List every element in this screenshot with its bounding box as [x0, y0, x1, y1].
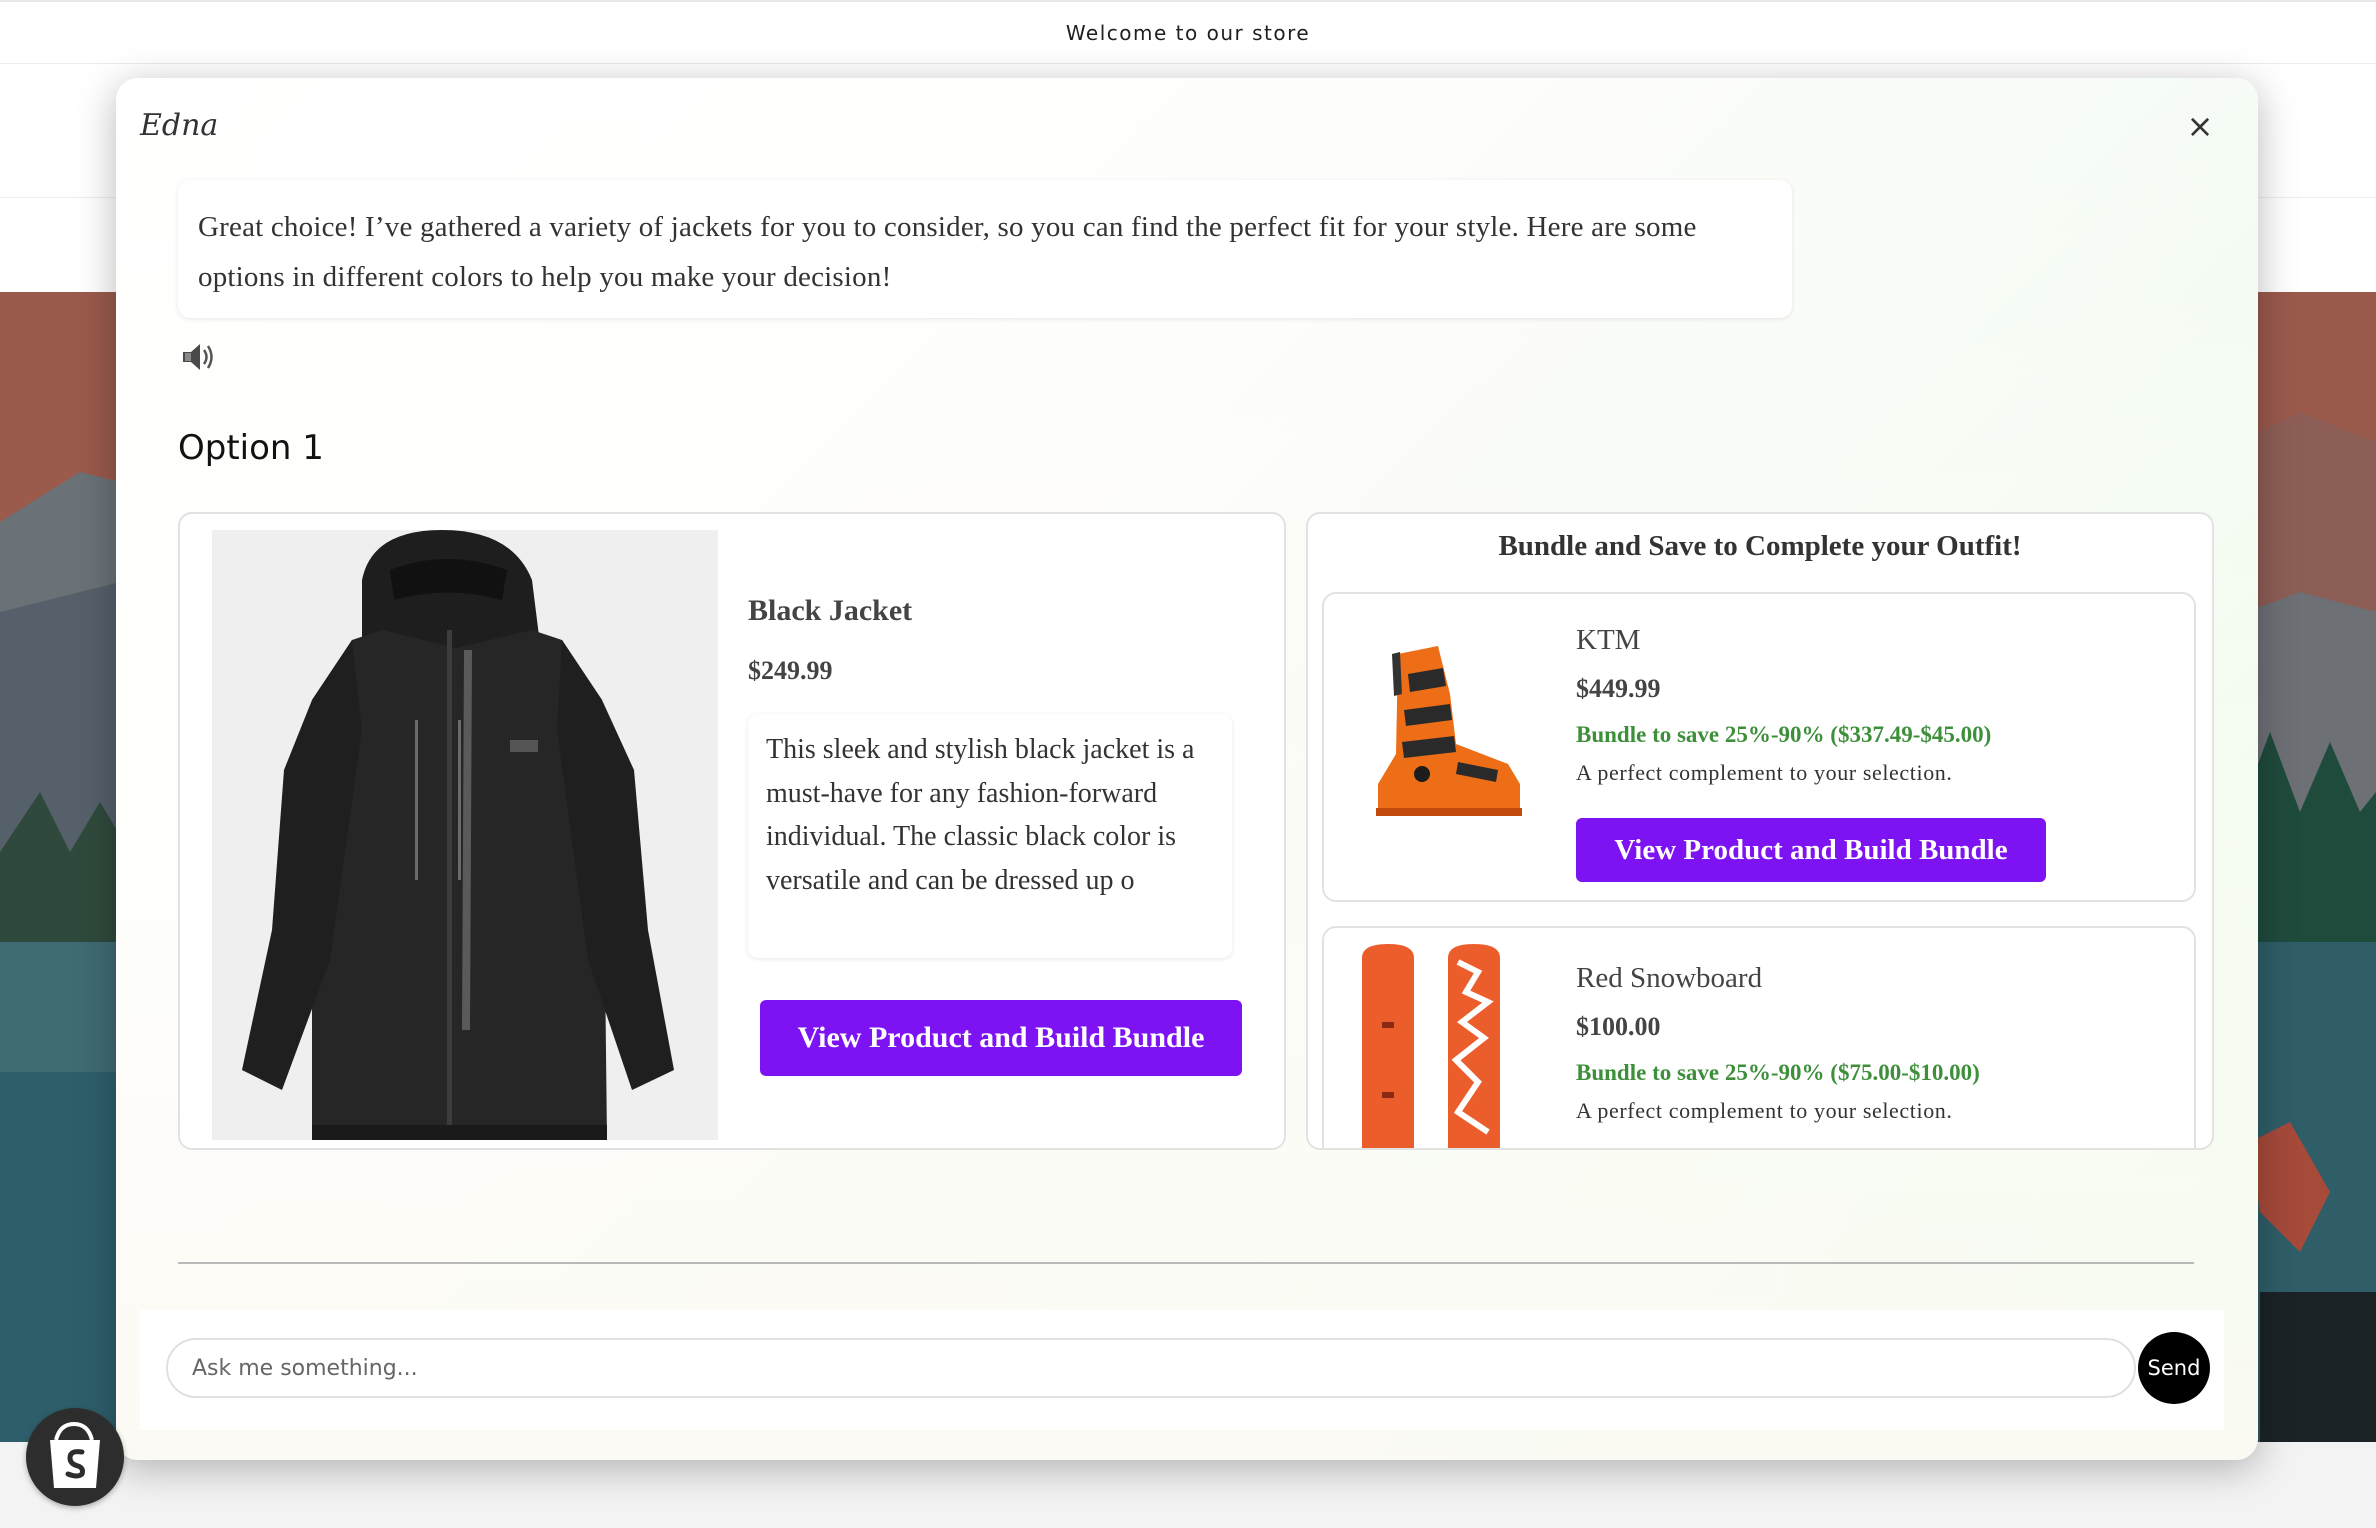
speaker-icon[interactable]	[180, 340, 218, 374]
bundle-item-price: $100.00	[1576, 1012, 1661, 1041]
bundle-item: KTM $449.99 Bundle to save 25%-90% ($337…	[1322, 592, 2196, 902]
bundle-item-image[interactable]	[1338, 634, 1548, 834]
bundle-panel: Bundle and Save to Complete your Outfit!…	[1306, 512, 2214, 1150]
send-button[interactable]: Send	[2138, 1332, 2210, 1404]
chat-input[interactable]	[166, 1338, 2136, 1398]
chat-modal: Edna × Great choice! I’ve gathered a var…	[116, 78, 2258, 1460]
bundle-item-note: A perfect complement to your selection.	[1576, 1098, 1953, 1123]
bundle-item-price: $449.99	[1576, 674, 1661, 703]
product-card: Black Jacket $249.99 This sleek and styl…	[178, 512, 1286, 1150]
product-price: $249.99	[748, 656, 833, 685]
bundle-title: Bundle and Save to Complete your Outfit!	[1498, 530, 2022, 562]
view-product-button[interactable]: View Product and Build Bundle	[1576, 818, 2046, 882]
bundle-item-name: Red Snowboard	[1576, 962, 1763, 994]
product-name: Black Jacket	[748, 594, 913, 627]
product-image[interactable]	[212, 530, 718, 1140]
agent-name: Edna	[140, 108, 219, 143]
assistant-message: Great choice! I’ve gathered a variety of…	[178, 180, 1792, 318]
bundle-item-savings: Bundle to save 25%-90% ($337.49-$45.00)	[1576, 722, 1992, 747]
shopify-bag-icon	[50, 1421, 100, 1488]
announcement-bar: Welcome to our store	[0, 0, 2376, 64]
chat-input-area: Send	[140, 1310, 2224, 1430]
product-description: This sleek and stylish black jacket is a…	[748, 714, 1232, 958]
bundle-item-name: KTM	[1576, 624, 1641, 656]
option-title: Option 1	[178, 428, 324, 468]
view-product-button[interactable]: View Product and Build Bundle	[760, 1000, 1242, 1076]
bundle-item-note: A perfect complement to your selection.	[1576, 760, 1953, 785]
bundle-item: Red Snowboard $100.00 Bundle to save 25%…	[1322, 926, 2196, 1148]
bundle-item-savings: Bundle to save 25%-90% ($75.00-$10.00)	[1576, 1060, 1980, 1085]
close-icon[interactable]: ×	[2182, 108, 2218, 144]
shopify-badge[interactable]	[26, 1408, 124, 1506]
divider	[178, 1262, 2194, 1264]
announcement-text: Welcome to our store	[1065, 20, 1311, 45]
bundle-item-image[interactable]	[1338, 942, 1548, 1148]
